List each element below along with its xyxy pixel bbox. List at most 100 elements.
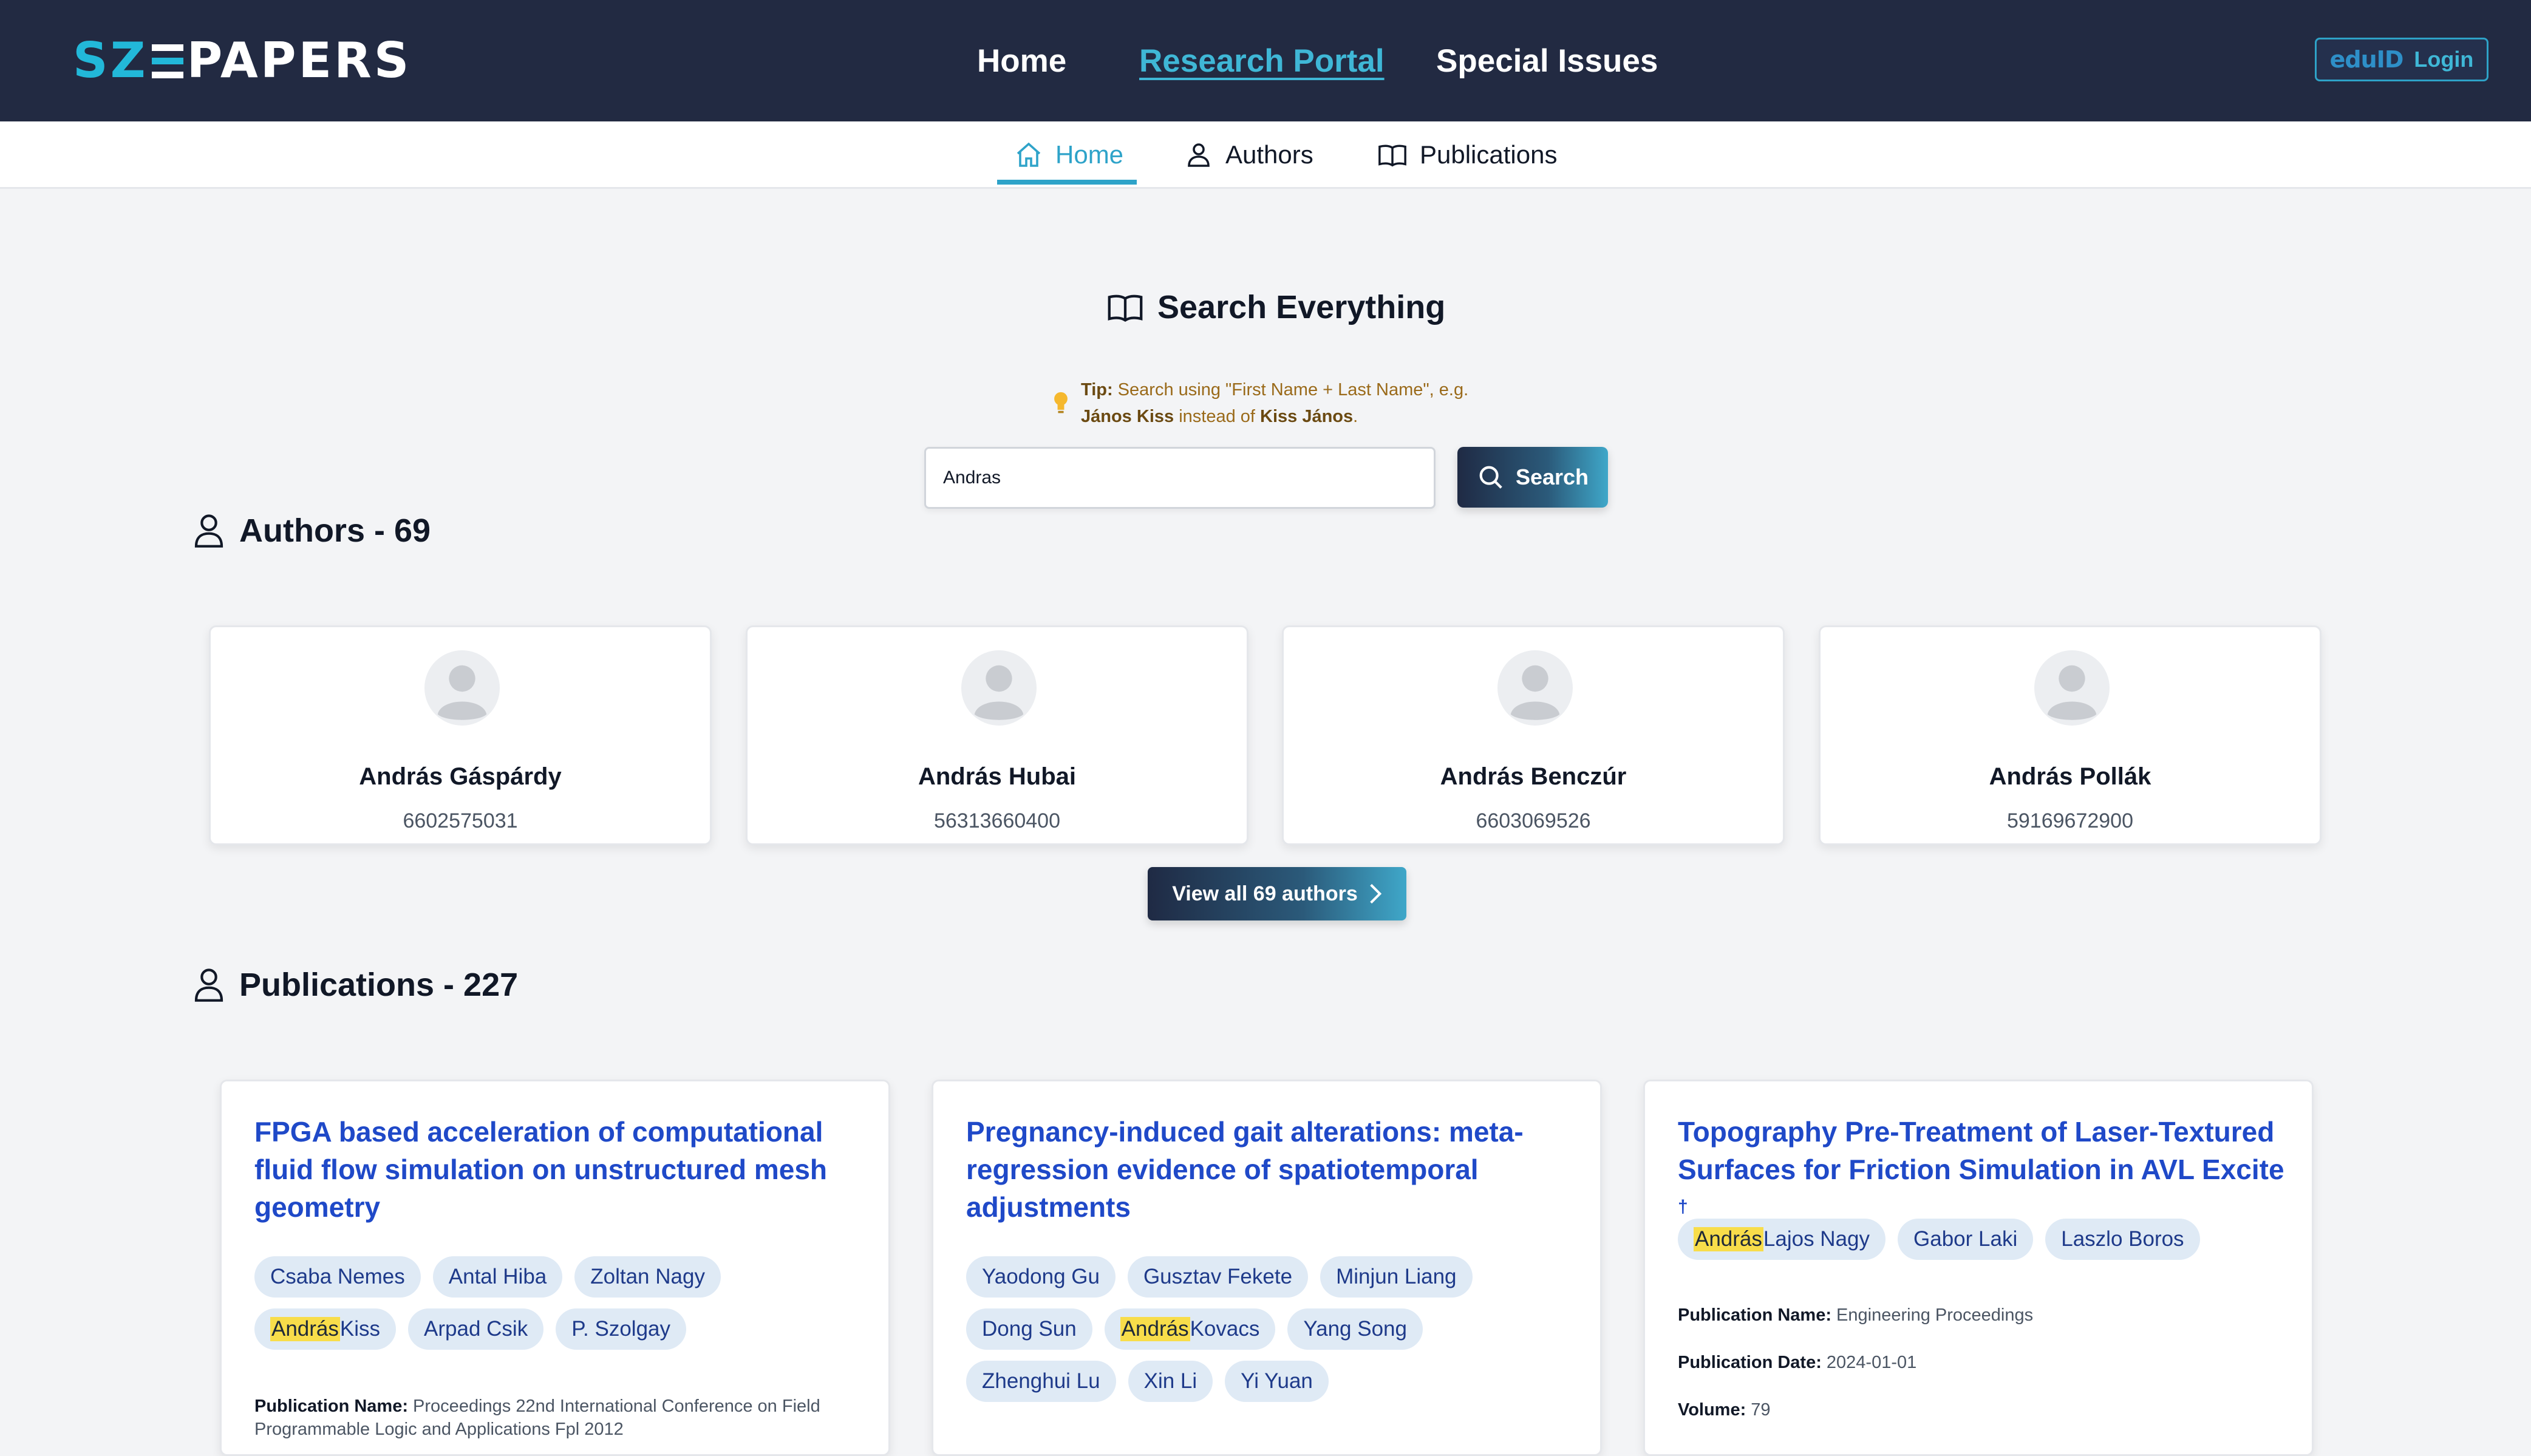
logo-text-right: PAPERS bbox=[186, 32, 412, 89]
author-name: András Pollák bbox=[1989, 763, 2151, 790]
tip-end: . bbox=[1353, 407, 1358, 426]
tab-authors[interactable]: Authors bbox=[1184, 134, 1313, 176]
tip-mid: instead of bbox=[1174, 407, 1261, 426]
search-highlight: András bbox=[1694, 1227, 1763, 1251]
publication-title-text: Topography Pre-Treatment of Laser-Textur… bbox=[1678, 1116, 2284, 1185]
nav-special-issues[interactable]: Special Issues bbox=[1436, 41, 1658, 81]
author-id: 56313660400 bbox=[933, 809, 1060, 832]
author-chip-label: Gabor Laki bbox=[1913, 1227, 2018, 1251]
author-chip[interactable]: Gusztav Fekete bbox=[1127, 1256, 1309, 1298]
author-chip-label: Xin Li bbox=[1143, 1369, 1197, 1393]
logo-text-left: SZ bbox=[73, 32, 148, 89]
search-highlight: András bbox=[270, 1317, 340, 1341]
author-chips: András Lajos Nagy Gabor Laki Laszlo Boro… bbox=[1678, 1219, 2291, 1260]
author-chip[interactable]: András Kiss bbox=[254, 1308, 397, 1350]
publication-title[interactable]: Pregnancy-induced gait alterations: meta… bbox=[966, 1113, 1573, 1226]
search-input[interactable] bbox=[924, 447, 1436, 509]
author-chips: Csaba Nemes Antal Hiba Zoltan Nagy Andrá… bbox=[254, 1256, 868, 1350]
avatar-placeholder-icon bbox=[2034, 650, 2110, 726]
search-tip-text: Tip: Search using "First Name + Last Nam… bbox=[1081, 376, 1468, 430]
publication-meta: Publication Name: Engineering Proceeding… bbox=[1678, 1304, 2291, 1421]
sub-nav: Home Authors Publications bbox=[0, 121, 2531, 189]
author-chip[interactable]: Antal Hiba bbox=[432, 1256, 563, 1298]
author-chip-label: Kiss bbox=[339, 1317, 381, 1341]
avatar-placeholder-icon bbox=[1497, 650, 1573, 726]
author-chip-label: Gusztav Fekete bbox=[1143, 1265, 1293, 1288]
open-book-icon bbox=[1108, 294, 1143, 322]
author-card[interactable]: András Pollák 59169672900 bbox=[1819, 625, 2322, 845]
tab-publications-label: Publications bbox=[1420, 140, 1558, 169]
tip-body: Search using "First Name + Last Name", e… bbox=[1112, 380, 1469, 400]
tab-publications[interactable]: Publications bbox=[1377, 134, 1557, 176]
meta-value: Engineering Proceedings bbox=[1831, 1305, 2034, 1325]
author-chip-label: Yang Song bbox=[1303, 1317, 1407, 1341]
meta-value: 79 bbox=[1746, 1400, 1771, 1420]
author-chip[interactable]: Zoltan Nagy bbox=[574, 1256, 721, 1298]
nav-home[interactable]: Home bbox=[977, 41, 1066, 81]
search-title: Search Everything bbox=[1106, 283, 1445, 332]
author-chip-label: Yaodong Gu bbox=[982, 1265, 1100, 1288]
publication-date-row: Publication Date: 2024-01-01 bbox=[1678, 1351, 2291, 1374]
meta-label: Volume: bbox=[1678, 1400, 1746, 1420]
publication-name-row: Publication Name: Engineering Proceeding… bbox=[1678, 1304, 2291, 1327]
title-mark: † bbox=[1678, 1197, 1688, 1217]
author-chip-label: Kovacs bbox=[1190, 1317, 1260, 1341]
author-id: 59169672900 bbox=[2006, 809, 2133, 832]
author-chip[interactable]: P. Szolgay bbox=[556, 1308, 687, 1350]
tab-authors-label: Authors bbox=[1225, 140, 1313, 169]
author-chip[interactable]: Arpad Csik bbox=[408, 1308, 544, 1350]
author-chip[interactable]: Gabor Laki bbox=[1898, 1219, 2034, 1260]
view-all-label: View all 69 authors bbox=[1172, 882, 1358, 905]
publication-card: Topography Pre-Treatment of Laser-Textur… bbox=[1643, 1080, 2314, 1456]
author-chip[interactable]: András Lajos Nagy bbox=[1678, 1219, 1886, 1260]
author-chip[interactable]: Minjun Liang bbox=[1320, 1256, 1473, 1298]
author-id: 6602575031 bbox=[403, 809, 518, 832]
meta-value: 2024-01-01 bbox=[1821, 1353, 1917, 1372]
author-chip[interactable]: Yi Yuan bbox=[1225, 1361, 1329, 1402]
author-chip[interactable]: Yang Song bbox=[1287, 1308, 1423, 1350]
tip-label: Tip: bbox=[1081, 380, 1113, 400]
author-name: András Gáspárdy bbox=[359, 763, 562, 790]
login-label: Login bbox=[2414, 47, 2474, 72]
author-card[interactable]: András Benczúr 6603069526 bbox=[1282, 625, 1785, 845]
author-id: 6603069526 bbox=[1476, 809, 1591, 832]
author-chip[interactable]: Dong Sun bbox=[966, 1308, 1092, 1350]
meta-label: Publication Name: bbox=[254, 1396, 408, 1416]
author-chip[interactable]: Zhenghui Lu bbox=[966, 1361, 1116, 1402]
meta-label: Publication Date: bbox=[1678, 1353, 1822, 1372]
publications-heading: Publications - 227 bbox=[192, 961, 518, 1009]
authors-heading-text: Authors - 69 bbox=[239, 512, 431, 549]
lightbulb-icon bbox=[1054, 392, 1068, 413]
nav-research-portal[interactable]: Research Portal bbox=[1139, 41, 1385, 81]
person-icon bbox=[194, 514, 223, 548]
publication-card: FPGA based acceleration of computational… bbox=[220, 1080, 890, 1456]
author-chip[interactable]: András Kovacs bbox=[1104, 1308, 1276, 1350]
author-chip[interactable]: Xin Li bbox=[1128, 1361, 1213, 1402]
author-card[interactable]: András Hubai 56313660400 bbox=[746, 625, 1248, 845]
author-chip[interactable]: Laszlo Boros bbox=[2045, 1219, 2200, 1260]
avatar-placeholder-icon bbox=[424, 650, 500, 726]
author-chip-label: Dong Sun bbox=[982, 1317, 1077, 1341]
search-button[interactable]: Search bbox=[1457, 447, 1608, 508]
avatar-placeholder-icon bbox=[961, 650, 1037, 726]
author-chip-label: Csaba Nemes bbox=[270, 1265, 405, 1288]
author-chip-label: Antal Hiba bbox=[448, 1265, 547, 1288]
logo-e-glyph bbox=[151, 44, 183, 78]
view-all-authors-button[interactable]: View all 69 authors bbox=[1148, 867, 1406, 920]
tab-home[interactable]: Home bbox=[1014, 134, 1123, 176]
author-name: András Benczúr bbox=[1440, 763, 1627, 790]
publication-title[interactable]: Topography Pre-Treatment of Laser-Textur… bbox=[1678, 1113, 2285, 1231]
tip-example-wrong: Kiss János bbox=[1260, 407, 1354, 426]
search-icon bbox=[1479, 466, 1502, 489]
author-chip-label: Zoltan Nagy bbox=[590, 1265, 705, 1288]
search-title-text: Search Everything bbox=[1157, 289, 1446, 325]
publication-card: Pregnancy-induced gait alterations: meta… bbox=[932, 1080, 1602, 1456]
author-chip-label: Arpad Csik bbox=[424, 1317, 528, 1341]
site-logo[interactable]: SZ PAPERS bbox=[73, 34, 411, 87]
publication-title[interactable]: FPGA based acceleration of computational… bbox=[254, 1113, 862, 1226]
author-chip[interactable]: Yaodong Gu bbox=[966, 1256, 1116, 1298]
login-button[interactable]: eduID Login bbox=[2315, 38, 2488, 81]
author-card[interactable]: András Gáspárdy 6602575031 bbox=[209, 625, 712, 845]
author-chip[interactable]: Csaba Nemes bbox=[254, 1256, 421, 1298]
open-book-icon bbox=[1378, 145, 1406, 167]
